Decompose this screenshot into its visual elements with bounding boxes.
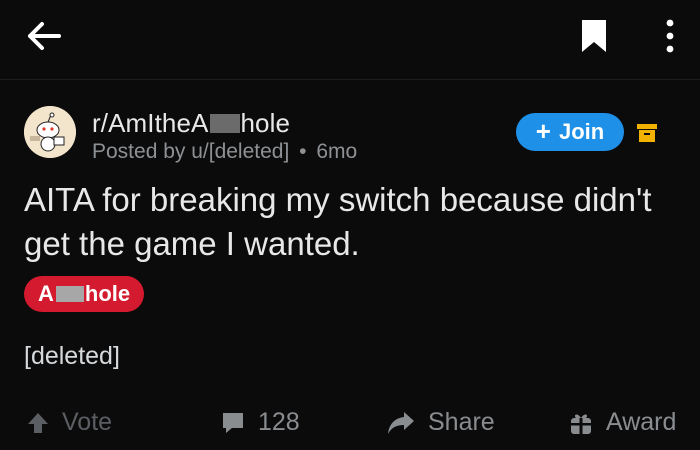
gift-icon <box>571 414 591 434</box>
vote-label: Vote <box>62 408 113 436</box>
post-header: r/AmItheA hole Posted by u/[deleted] • 6m… <box>24 106 684 166</box>
subreddit-avatar[interactable] <box>24 106 76 158</box>
post-title[interactable]: AITA for breaking my switch because didn… <box>24 178 664 266</box>
post-body: [deleted] <box>24 342 120 370</box>
posted-by[interactable]: Posted by u/[deleted] <box>92 140 289 163</box>
join-button[interactable]: + Join <box>516 113 624 151</box>
flair-text-part: A <box>38 281 54 306</box>
post-action-bar: Vote 128 Share Award <box>0 400 700 450</box>
top-bar <box>0 0 700 80</box>
subreddit-name-part: r/AmItheA <box>92 108 209 138</box>
back-button[interactable] <box>22 14 66 58</box>
more-vertical-icon <box>666 19 674 53</box>
share-label: Share <box>428 408 495 436</box>
upvote-arrow-icon <box>28 412 48 433</box>
comments-button[interactable]: 128 <box>220 408 300 437</box>
comment-icon <box>223 412 243 433</box>
post-age: 6mo <box>316 140 358 163</box>
award-label: Award <box>606 408 677 436</box>
bookmark-icon <box>582 20 606 52</box>
subreddit-name[interactable]: r/AmItheA hole <box>92 108 290 139</box>
share-button[interactable]: Share <box>386 408 495 437</box>
post-meta: Posted by u/[deleted] • 6mo <box>92 140 357 164</box>
snoo-avatar-icon <box>24 106 76 158</box>
redaction-box <box>209 114 240 133</box>
arrow-left-icon <box>28 22 61 50</box>
flair-text-part: hole <box>84 281 131 306</box>
award-button[interactable]: Award <box>568 408 676 437</box>
post-flair[interactable]: Ahole <box>24 276 145 312</box>
save-button[interactable] <box>572 12 616 60</box>
more-options-button[interactable] <box>650 12 690 60</box>
meta-separator: • <box>299 140 307 163</box>
share-arrow-icon <box>388 411 414 434</box>
vote-button[interactable]: Vote <box>26 408 112 437</box>
archive-icon <box>637 124 657 142</box>
comments-count: 128 <box>258 408 300 436</box>
redaction-box <box>55 286 84 302</box>
join-label: Join <box>558 119 605 144</box>
plus-icon: + <box>535 115 551 146</box>
subreddit-name-part: hole <box>240 108 291 138</box>
